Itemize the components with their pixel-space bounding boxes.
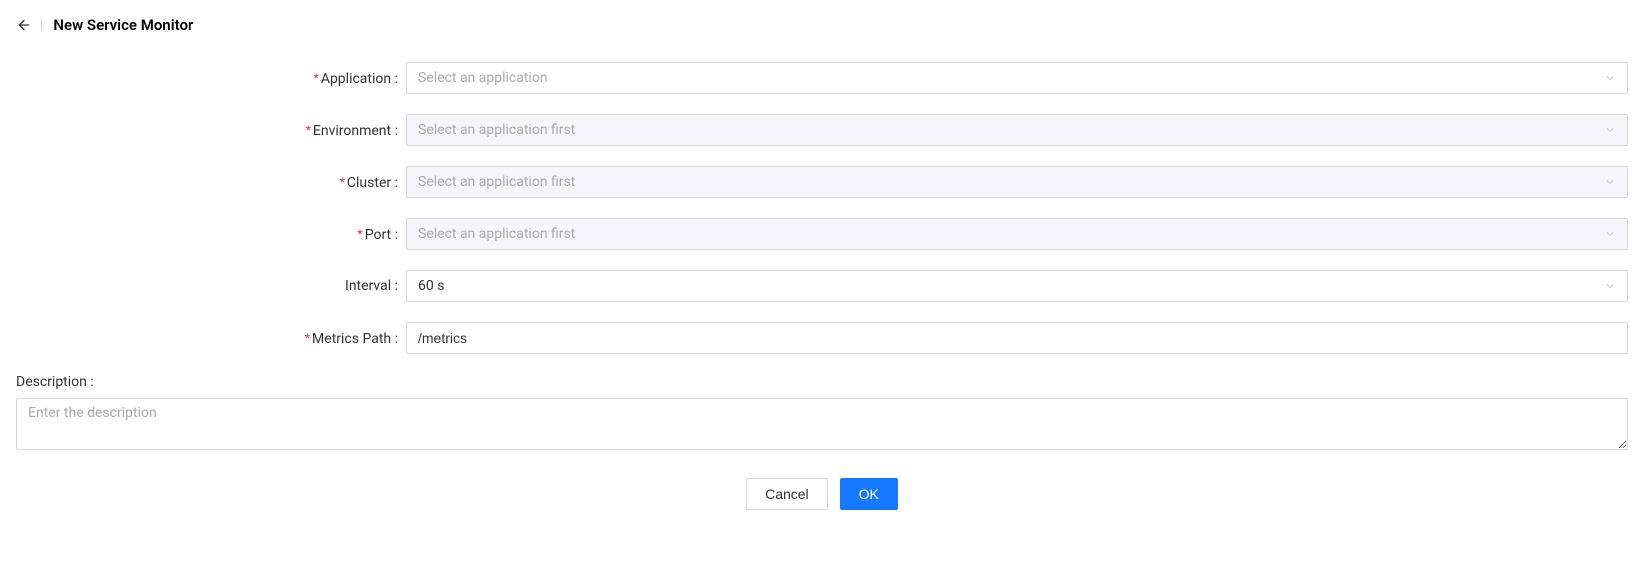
environment-label: *Environment : bbox=[16, 122, 406, 139]
required-mark: * bbox=[339, 174, 344, 190]
required-mark: * bbox=[305, 330, 310, 346]
port-select[interactable]: Select an application first bbox=[406, 218, 1628, 250]
service-monitor-form: *Application : Select an application *En… bbox=[16, 62, 1628, 510]
field-interval: Interval : 60 s bbox=[16, 270, 1628, 302]
required-mark: * bbox=[357, 226, 362, 242]
ok-button[interactable]: OK bbox=[840, 478, 898, 510]
port-label: *Port : bbox=[16, 226, 406, 243]
required-mark: * bbox=[305, 122, 310, 138]
cancel-button[interactable]: Cancel bbox=[746, 478, 828, 510]
field-description: Description : bbox=[16, 374, 1628, 454]
field-metrics-path: *Metrics Path : bbox=[16, 322, 1628, 354]
cluster-placeholder: Select an application first bbox=[418, 174, 575, 190]
interval-value: 60 s bbox=[418, 278, 444, 294]
chevron-down-icon bbox=[1604, 72, 1616, 84]
port-placeholder: Select an application first bbox=[418, 226, 575, 242]
metrics-path-input[interactable] bbox=[406, 322, 1628, 354]
field-application: *Application : Select an application bbox=[16, 62, 1628, 94]
environment-placeholder: Select an application first bbox=[418, 122, 575, 138]
chevron-down-icon bbox=[1604, 280, 1616, 292]
field-environment: *Environment : Select an application fir… bbox=[16, 114, 1628, 146]
application-select[interactable]: Select an application bbox=[406, 62, 1628, 94]
header-divider: | bbox=[40, 17, 43, 33]
chevron-down-icon bbox=[1604, 176, 1616, 188]
cluster-label: *Cluster : bbox=[16, 174, 406, 191]
application-label: *Application : bbox=[16, 70, 406, 87]
page-title: New Service Monitor bbox=[53, 16, 193, 34]
metrics-path-label: *Metrics Path : bbox=[16, 330, 406, 347]
chevron-down-icon bbox=[1604, 228, 1616, 240]
field-port: *Port : Select an application first bbox=[16, 218, 1628, 250]
field-cluster: *Cluster : Select an application first bbox=[16, 166, 1628, 198]
cluster-select[interactable]: Select an application first bbox=[406, 166, 1628, 198]
description-label: Description : bbox=[16, 374, 1628, 390]
application-placeholder: Select an application bbox=[418, 70, 548, 86]
environment-select[interactable]: Select an application first bbox=[406, 114, 1628, 146]
page-header: | New Service Monitor bbox=[16, 16, 1628, 34]
form-actions: Cancel OK bbox=[16, 478, 1628, 510]
back-arrow-icon[interactable] bbox=[16, 17, 32, 33]
interval-label: Interval : bbox=[16, 278, 406, 294]
interval-select[interactable]: 60 s bbox=[406, 270, 1628, 302]
required-mark: * bbox=[313, 70, 318, 86]
chevron-down-icon bbox=[1604, 124, 1616, 136]
description-textarea[interactable] bbox=[16, 398, 1628, 450]
